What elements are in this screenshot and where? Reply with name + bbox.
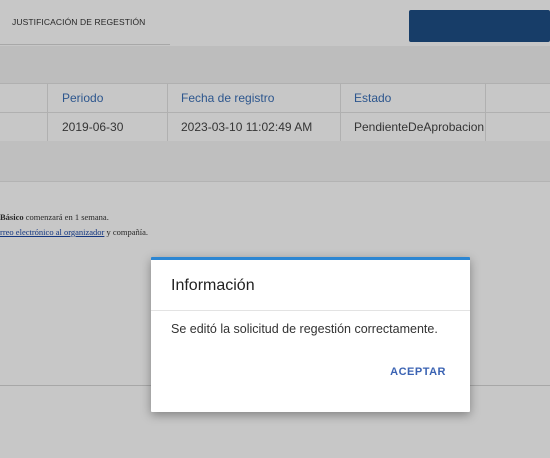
dialog-message: Se editó la solicitud de regestión corre… (171, 322, 438, 336)
info-dialog: Información Se editó la solicitud de reg… (151, 257, 470, 412)
dialog-title: Información (171, 277, 255, 294)
accept-button[interactable]: ACEPTAR (390, 364, 446, 380)
dialog-divider (151, 310, 470, 311)
